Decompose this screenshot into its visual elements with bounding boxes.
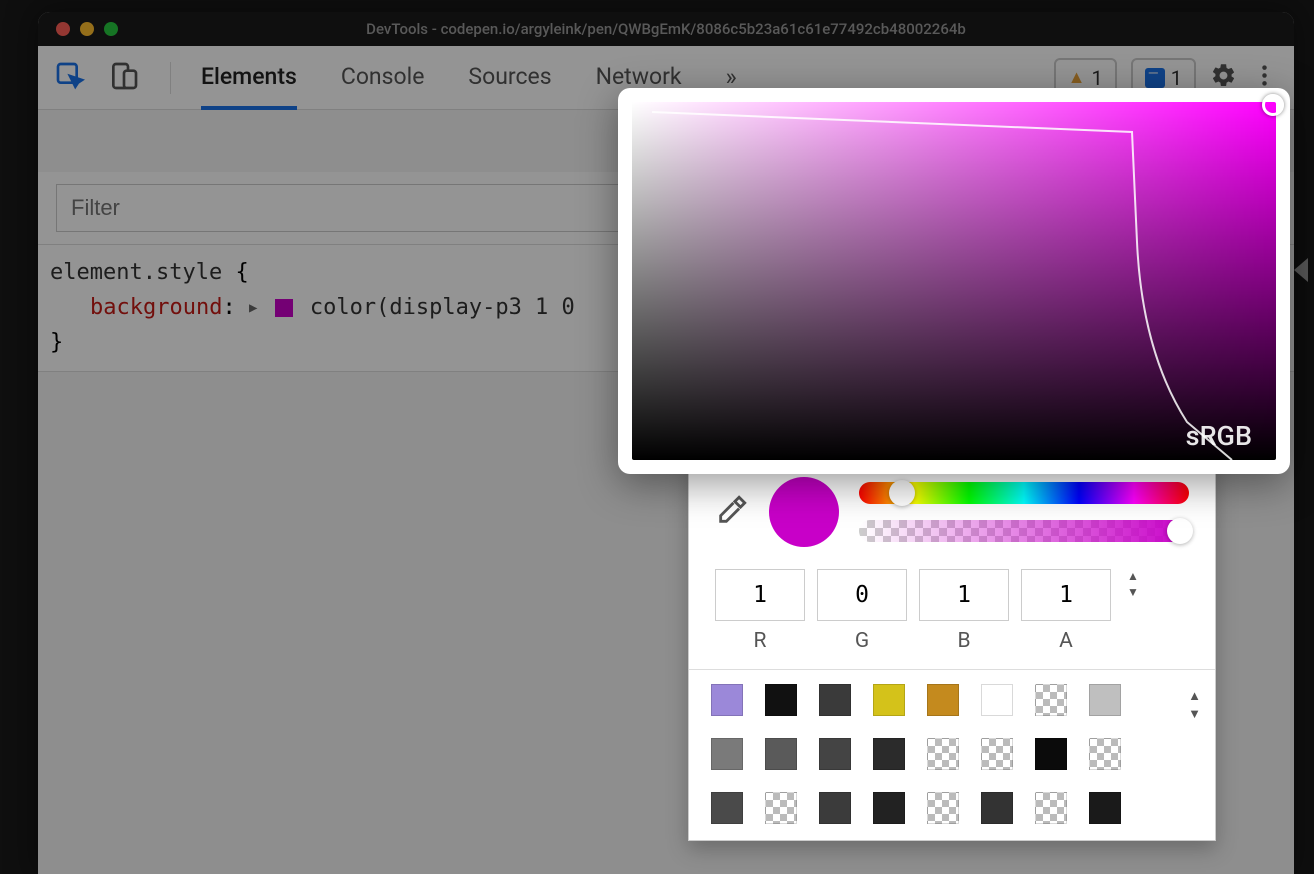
palette-swatch[interactable] xyxy=(1089,738,1121,770)
palette-swatch[interactable] xyxy=(765,738,797,770)
pane-collapse-icon[interactable] xyxy=(1294,258,1308,282)
palette-swatch[interactable] xyxy=(1035,792,1067,824)
spectrum-popup: sRGB xyxy=(618,88,1290,474)
palette-swatch[interactable] xyxy=(1035,738,1067,770)
tab-console[interactable]: Console xyxy=(341,47,425,109)
palette-swatch[interactable] xyxy=(1035,684,1067,716)
current-color-swatch xyxy=(769,477,839,547)
css-selector: element.style xyxy=(50,260,222,285)
window-title: DevTools - codepen.io/argyleink/pen/QWBg… xyxy=(38,20,1294,38)
palette-swatch[interactable] xyxy=(927,684,959,716)
css-value: color(display-p3 1 0 xyxy=(310,295,575,320)
css-property: background xyxy=(90,295,222,320)
palette-swatch[interactable] xyxy=(711,684,743,716)
messages-count: 1 xyxy=(1171,66,1182,90)
palette-swatch[interactable] xyxy=(873,792,905,824)
separator xyxy=(170,62,171,94)
color-picker-panel: ▲▼ R G B A ▲▼ xyxy=(688,458,1216,841)
alpha-slider[interactable] xyxy=(859,520,1189,542)
palette-swatch[interactable] xyxy=(765,684,797,716)
palette-swatch[interactable] xyxy=(819,738,851,770)
hue-slider[interactable] xyxy=(859,482,1189,504)
r-label: R xyxy=(715,629,805,653)
close-window-button[interactable] xyxy=(56,22,70,36)
palette-swatch[interactable] xyxy=(711,738,743,770)
palette-swatch[interactable] xyxy=(981,738,1013,770)
palette-swatch[interactable] xyxy=(981,792,1013,824)
a-input[interactable] xyxy=(1021,569,1111,621)
palette-swatch[interactable] xyxy=(819,684,851,716)
eyedropper-icon[interactable] xyxy=(715,493,749,531)
a-label: A xyxy=(1021,629,1111,653)
g-input[interactable] xyxy=(817,569,907,621)
hue-thumb[interactable] xyxy=(889,480,915,506)
tab-elements[interactable]: Elements xyxy=(201,47,297,110)
palette-stepper[interactable]: ▲▼ xyxy=(1188,688,1201,722)
gamut-boundary xyxy=(632,102,1276,460)
palette-swatch[interactable] xyxy=(981,684,1013,716)
titlebar: DevTools - codepen.io/argyleink/pen/QWBg… xyxy=(38,12,1294,46)
color-swatch-icon[interactable] xyxy=(275,299,293,317)
message-icon xyxy=(1145,68,1165,88)
palette-swatch[interactable] xyxy=(927,738,959,770)
window-controls xyxy=(56,22,118,36)
g-label: G xyxy=(817,629,907,653)
palette-swatch[interactable] xyxy=(1089,684,1121,716)
alpha-thumb[interactable] xyxy=(1167,518,1193,544)
warnings-count: 1 xyxy=(1092,66,1103,90)
color-palette: ▲▼ xyxy=(689,669,1215,840)
palette-swatch[interactable] xyxy=(819,792,851,824)
color-spectrum[interactable]: sRGB xyxy=(632,102,1276,460)
b-label: B xyxy=(919,629,1009,653)
gamut-label: sRGB xyxy=(1186,420,1252,452)
palette-swatch[interactable] xyxy=(873,738,905,770)
format-stepper[interactable]: ▲▼ xyxy=(1127,569,1139,599)
inspect-element-icon[interactable] xyxy=(54,60,86,96)
palette-swatch[interactable] xyxy=(1089,792,1121,824)
palette-swatch[interactable] xyxy=(711,792,743,824)
zoom-window-button[interactable] xyxy=(104,22,118,36)
expand-icon[interactable]: ▶ xyxy=(249,297,257,319)
palette-swatch[interactable] xyxy=(927,792,959,824)
palette-swatch[interactable] xyxy=(765,792,797,824)
warning-icon: ▲ xyxy=(1068,67,1086,88)
b-input[interactable] xyxy=(919,569,1009,621)
minimize-window-button[interactable] xyxy=(80,22,94,36)
palette-swatch[interactable] xyxy=(873,684,905,716)
tab-sources[interactable]: Sources xyxy=(468,47,551,109)
device-toggle-icon[interactable] xyxy=(108,60,140,96)
r-input[interactable] xyxy=(715,569,805,621)
